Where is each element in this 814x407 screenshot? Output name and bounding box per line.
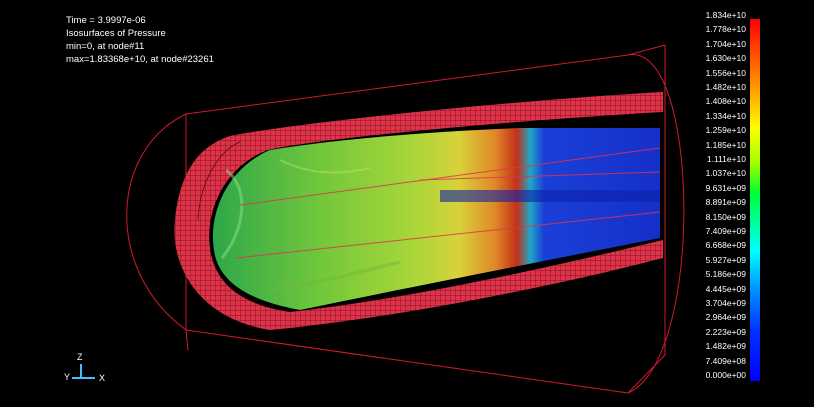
legend-label: 1.482e+10 <box>705 82 746 92</box>
legend-label: 2.223e+09 <box>705 326 746 337</box>
contour-colorbar <box>750 19 760 381</box>
legend-label: 7.409e+08 <box>705 355 746 366</box>
legend-label: 5.927e+09 <box>705 254 746 265</box>
legend-label: 4.445e+09 <box>705 283 746 294</box>
legend-label: 1.630e+10 <box>705 53 746 64</box>
legend-label: 1.556e+10 <box>705 67 746 78</box>
legend-label: 6.668e+09 <box>705 240 746 251</box>
axis-y-label: Y <box>64 372 71 382</box>
legend-label: 1.704e+10 <box>705 38 746 49</box>
legend-label: 9.631e+09 <box>705 182 746 193</box>
axis-x-label: X <box>99 373 106 383</box>
legend-label: 1.037e+10 <box>705 168 746 179</box>
axis-triad-icon <box>72 364 95 379</box>
legend-label: 1.834e+10 <box>705 10 746 20</box>
fe-model-view[interactable] <box>0 0 814 407</box>
legend-label: 0.000e+00 <box>705 370 746 380</box>
legend-label: 1.185e+10 <box>705 139 746 150</box>
legend-label: 1.778e+10 <box>705 24 746 35</box>
legend-label: 1.111e+10 <box>706 154 746 164</box>
legend-label: 8.150e+09 <box>705 211 746 222</box>
axis-z-label: Z <box>77 352 83 362</box>
legend-label: 5.186e+09 <box>705 269 746 280</box>
model-viewport[interactable]: Time = 3.9997e-06 Isosurfaces of Pressur… <box>0 0 814 407</box>
legend-label: 1.408e+10 <box>705 96 746 107</box>
legend-label: 3.704e+09 <box>705 298 746 308</box>
legend-label: 1.482e+09 <box>705 341 746 352</box>
legend-label: 1.334e+10 <box>705 110 746 121</box>
legend-label: 7.409e+09 <box>705 226 746 236</box>
axis-triad[interactable]: Z Y X <box>64 352 114 388</box>
legend-label: 1.259e+10 <box>705 125 746 136</box>
legend-label: 2.964e+09 <box>705 312 746 323</box>
legend-label: 8.891e+09 <box>705 197 746 208</box>
